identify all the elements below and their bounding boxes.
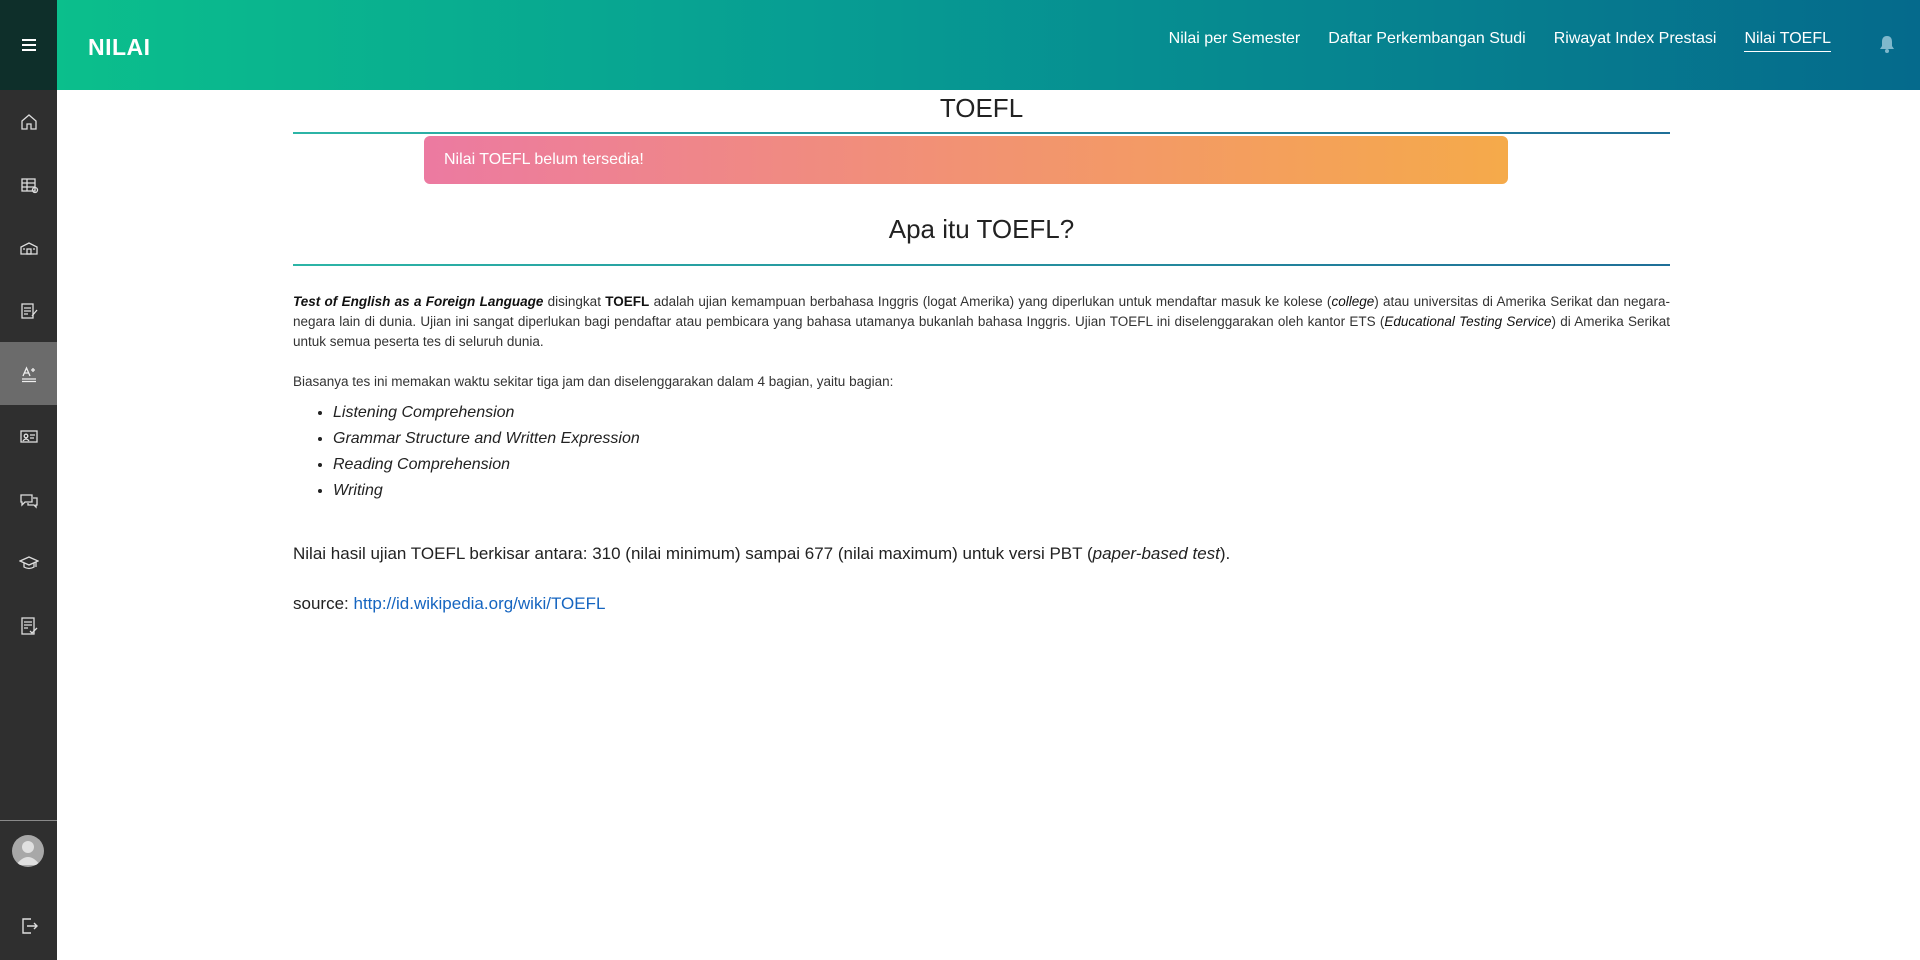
score-italic: paper-based test [1092,544,1220,563]
section-divider [293,264,1670,266]
alert-banner: Nilai TOEFL belum tersedia! [424,136,1508,184]
toefl-full-name: Test of English as a Foreign Language [293,294,544,309]
school-icon [19,241,38,255]
top-nav: Nilai per Semester Daftar Perkembangan S… [1169,30,1831,52]
text-grade-icon [21,365,36,382]
source-label: source: [293,594,354,613]
source-line: source: http://id.wikipedia.org/wiki/TOE… [293,594,1670,614]
sidebar-item-presentation[interactable] [0,405,57,468]
graduation-cap-icon [18,555,39,569]
para-text: adalah ujian kemampuan berbahasa Inggris… [649,294,1332,309]
hamburger-icon [21,39,36,51]
sidebar-item-grades[interactable] [0,342,57,405]
list-item: Reading Comprehension [333,452,1670,478]
score-text: Nilai hasil ujian TOEFL berkisar antara:… [293,544,1093,563]
presentation-icon [19,429,38,443]
para-italic: Educational Testing Service [1384,314,1552,329]
list-item: Listening Comprehension [333,400,1670,426]
menu-toggle-button[interactable] [0,0,57,90]
sidebar-item-chat[interactable] [0,468,57,531]
sidebar-item-document[interactable] [0,279,57,342]
nav-nilai-toefl[interactable]: Nilai TOEFL [1744,30,1831,52]
section-title: Apa itu TOEFL? [888,214,1075,244]
page-title: TOEFL [939,93,1024,123]
app-title: NILAI [88,34,151,60]
main-content: TOEFL Nilai TOEFL belum tersedia! Apa it… [293,90,1670,614]
top-header: NILAI Nilai per Semester Daftar Perkemba… [57,0,1920,90]
sidebar-item-table[interactable] [0,153,57,216]
nav-nilai-per-semester[interactable]: Nilai per Semester [1169,30,1301,52]
checklist-icon [20,616,37,635]
sidebar-item-graduation[interactable] [0,531,57,594]
nav-riwayat-index-prestasi[interactable]: Riwayat Index Prestasi [1554,30,1717,52]
title-divider [293,132,1670,134]
description-paragraph: Test of English as a Foreign Language di… [293,292,1670,352]
nav-daftar-perkembangan-studi[interactable]: Daftar Perkembangan Studi [1328,30,1525,52]
sidebar-item-school[interactable] [0,216,57,279]
sidebar [0,0,57,960]
test-sections-list: Listening Comprehension Grammar Structur… [293,400,1670,504]
home-icon [20,113,37,130]
para-text: disingkat [543,294,606,309]
source-link[interactable]: http://id.wikipedia.org/wiki/TOEFL [353,594,605,613]
chat-icon [19,493,38,509]
score-range-text: Nilai hasil ujian TOEFL berkisar antara:… [293,544,1670,564]
list-item: Grammar Structure and Written Expression [333,426,1670,452]
table-icon [20,177,38,193]
sidebar-item-home[interactable] [0,90,57,153]
toefl-abbrev: TOEFL [605,294,650,309]
sidebar-item-checklist[interactable] [0,594,57,657]
score-end: ). [1219,544,1231,563]
sidebar-divider [0,820,57,821]
list-item: Writing [333,478,1670,504]
bell-icon[interactable] [1878,34,1896,54]
sections-intro: Biasanya tes ini memakan waktu sekitar t… [293,374,894,389]
logout-icon [21,918,38,934]
user-avatar-icon[interactable] [12,835,44,867]
document-edit-icon [20,302,37,319]
para-italic: college [1331,294,1375,309]
logout-button[interactable] [0,896,57,956]
